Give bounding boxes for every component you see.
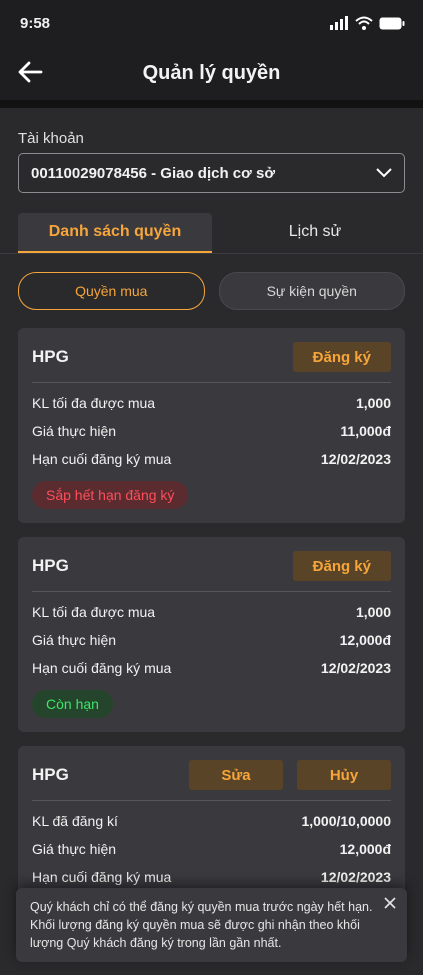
account-label: Tài khoản	[18, 130, 84, 147]
rights-card: HPG Đăng ký KL tối đa được mua 1,000 Giá …	[18, 537, 405, 732]
toast-message: Quý khách chỉ có thể đăng ký quyền mua t…	[30, 900, 373, 950]
card-header: HPG Đăng ký	[32, 551, 391, 592]
rights-card: HPG Đăng ký KL tối đa được mua 1,000 Giá …	[18, 328, 405, 523]
card-row: Hạn cuối đăng ký mua 12/02/2023	[32, 869, 391, 885]
wifi-icon	[355, 16, 373, 30]
row-value: 11,000đ	[340, 423, 391, 439]
card-row: Giá thực hiện 11,000đ	[32, 423, 391, 439]
row-label: Hạn cuối đăng ký mua	[32, 660, 172, 676]
row-value: 12,000đ	[339, 841, 391, 857]
row-value: 12/02/2023	[320, 660, 391, 676]
card-row: KL tối đa được mua 1,000	[32, 604, 391, 620]
card-row: Giá thực hiện 12,000đ	[32, 632, 391, 648]
card-row: Giá thực hiện 12,000đ	[32, 841, 391, 857]
row-label: Giá thực hiện	[32, 632, 117, 648]
row-value: 1,000/10,0000	[301, 813, 391, 829]
tab-rights-list[interactable]: Danh sách quyền	[18, 213, 212, 253]
status-badge: Sắp hết hạn đăng ký	[32, 481, 189, 509]
account-select[interactable]: 00110029078456 - Giao dịch cơ sở	[18, 153, 405, 193]
row-label: Giá thực hiện	[32, 841, 117, 857]
row-value: 12/02/2023	[320, 869, 391, 885]
row-label: Hạn cuối đăng ký mua	[32, 451, 172, 467]
status-icons	[329, 16, 405, 30]
row-value: 1,000	[355, 604, 391, 620]
row-label: KL đã đăng kí	[32, 813, 118, 829]
close-icon[interactable]	[383, 896, 397, 910]
rights-card: HPG Sửa Hủy KL đã đăng kí 1,000/10,0000 G…	[18, 746, 405, 899]
back-arrow-icon[interactable]	[16, 58, 44, 86]
row-label: Hạn cuối đăng ký mua	[32, 869, 172, 885]
row-label: KL tối đa được mua	[32, 395, 156, 411]
card-row: KL đã đăng kí 1,000/10,0000	[32, 813, 391, 829]
main-content: Tài khoản 00110029078456 - Giao dịch cơ …	[0, 108, 423, 975]
card-row: KL tối đa được mua 1,000	[32, 395, 391, 411]
tab-history[interactable]: Lịch sử	[218, 213, 412, 251]
filter-purchase-rights[interactable]: Quyền mua	[18, 272, 205, 310]
row-label: Giá thực hiện	[32, 423, 117, 439]
card-row: Hạn cuối đăng ký mua 12/02/2023	[32, 451, 391, 467]
card-symbol: HPG	[32, 765, 69, 784]
page-title: Quản lý quyền	[142, 61, 281, 84]
app-header: Quản lý quyền	[0, 46, 423, 100]
account-select-value: 00110029078456 - Giao dịch cơ sở	[31, 164, 275, 182]
row-value: 12/02/2023	[320, 451, 391, 467]
card-header: HPG Đăng ký	[32, 342, 391, 383]
filter-pills: Quyền mua Sự kiện quyền	[18, 272, 405, 310]
card-symbol: HPG	[32, 556, 69, 575]
register-button[interactable]: Đăng ký	[292, 342, 391, 372]
tab-bar: Danh sách quyền Lịch sử	[0, 213, 423, 254]
register-button[interactable]: Đăng ký	[292, 551, 391, 581]
edit-button[interactable]: Sửa	[189, 760, 283, 790]
info-toast: Quý khách chỉ có thể đăng ký quyền mua t…	[16, 888, 407, 962]
filter-rights-events[interactable]: Sự kiện quyền	[218, 272, 405, 310]
status-badge: Còn hạn	[32, 690, 113, 718]
status-time: 9:58	[20, 14, 51, 32]
chevron-down-icon	[376, 168, 392, 178]
cancel-button[interactable]: Hủy	[297, 760, 391, 790]
row-value: 1,000	[355, 395, 391, 411]
status-bar: 9:58	[0, 0, 423, 46]
card-symbol: HPG	[32, 347, 69, 366]
header-divider	[0, 100, 423, 108]
row-label: KL tối đa được mua	[32, 604, 156, 620]
card-header: HPG Sửa Hủy	[32, 760, 391, 801]
card-row: Hạn cuối đăng ký mua 12/02/2023	[32, 660, 391, 676]
battery-icon	[379, 17, 405, 29]
row-value: 12,000đ	[339, 632, 391, 648]
signal-icon	[330, 16, 348, 30]
